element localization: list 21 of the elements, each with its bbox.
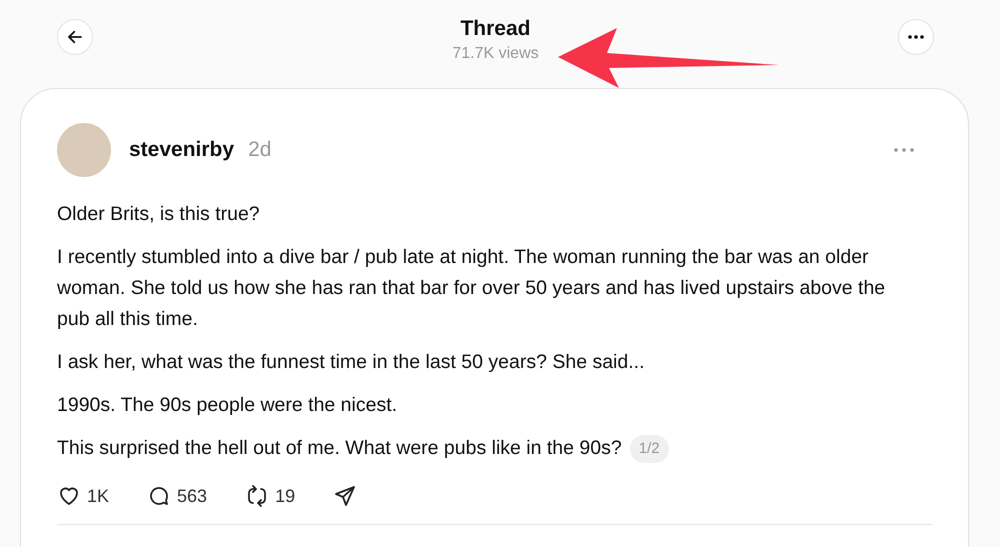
page-title: Thread xyxy=(460,17,530,41)
author-name[interactable]: stevenirby xyxy=(129,138,234,162)
post-paragraph: 1990s. The 90s people were the nicest. xyxy=(57,393,398,418)
more-icon[interactable] xyxy=(894,148,914,152)
reply-button[interactable]: 563 xyxy=(147,484,208,508)
page-count: 1/2 xyxy=(630,434,669,463)
back-button[interactable] xyxy=(57,19,93,55)
more-icon xyxy=(908,35,924,39)
send-icon xyxy=(333,484,358,508)
share-button[interactable] xyxy=(333,484,358,508)
repost-button[interactable]: 19 xyxy=(245,484,296,508)
avatar-photo-placeholder xyxy=(57,123,111,177)
post-paragraph: This surprised the hell out of me. What were pubs like in the 90s? xyxy=(57,437,622,459)
post-time: 2d xyxy=(248,138,272,162)
view-count: 71.7K views xyxy=(452,45,539,63)
like-button[interactable]: 1K xyxy=(57,484,110,508)
post-paragraph: Older Brits, is this true? xyxy=(57,202,261,227)
post-paragraph: I ask her, what was the funnest time in the last 50 years? She said... xyxy=(57,350,646,375)
more-options-button[interactable] xyxy=(898,19,934,55)
post-paragraph: I recently stumbled into a dive bar / pub late at night. The woman running the bar was an older woman. She told us how she has ran that bar for over 50 years and has lived upstairs above the pub all this time. xyxy=(57,245,886,332)
back-arrow-icon xyxy=(66,28,84,46)
